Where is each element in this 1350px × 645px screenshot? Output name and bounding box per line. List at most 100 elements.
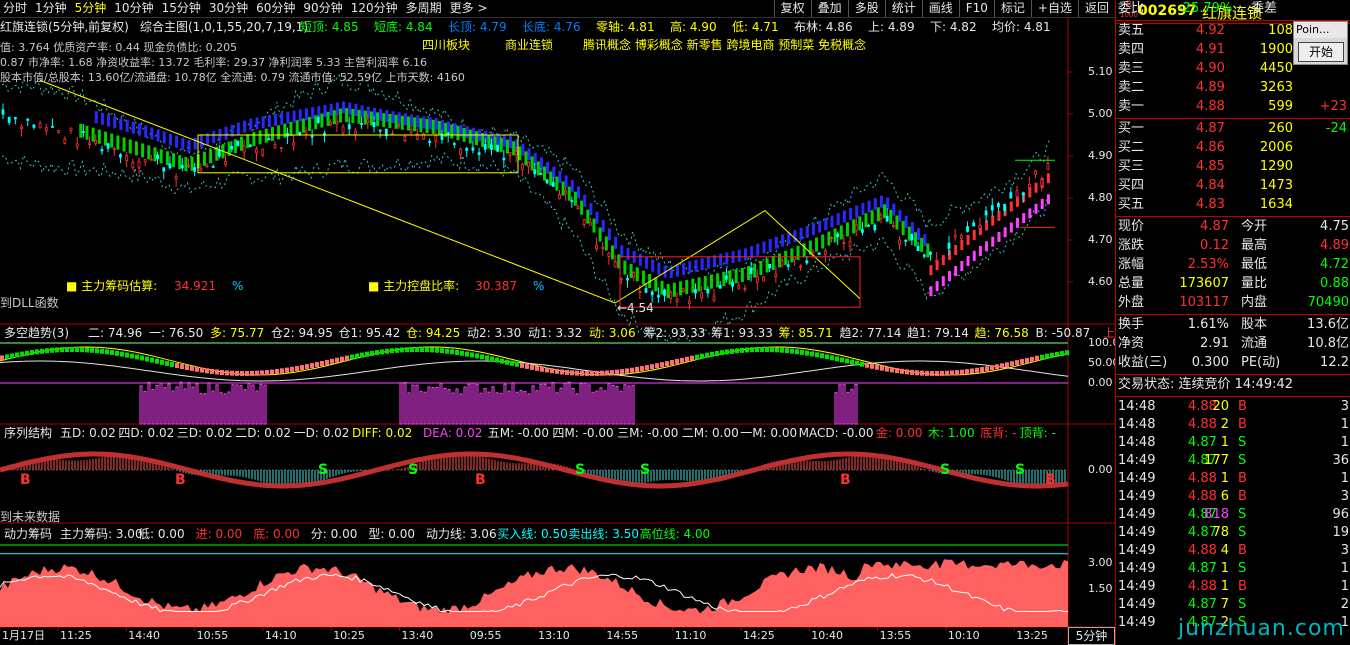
stat-label-2: 最高 bbox=[1241, 238, 1268, 253]
panel2-band-seg bbox=[380, 349, 384, 355]
period-selector[interactable]: 5分钟 bbox=[1068, 627, 1115, 645]
mid-ribbon-bar bbox=[252, 132, 256, 147]
tool-button-2[interactable]: 多股 bbox=[847, 0, 885, 17]
panel2-band-seg bbox=[395, 347, 399, 353]
tick-price: 4.88 bbox=[1188, 579, 1217, 594]
panel3-tick: 0.00 bbox=[1088, 463, 1113, 476]
period-tab-3[interactable]: 10分钟 bbox=[111, 0, 158, 17]
panel2-band-seg bbox=[1030, 356, 1034, 362]
panel2-band-seg bbox=[860, 361, 864, 367]
ask-chg: +23 bbox=[1319, 99, 1347, 114]
long-ribbon-bar bbox=[737, 249, 741, 262]
mid-ribbon-bar bbox=[697, 277, 701, 292]
panel2-band-seg bbox=[900, 368, 904, 374]
long-ribbon-bar bbox=[898, 209, 902, 222]
mid-ribbon-bar bbox=[870, 210, 874, 225]
panel2-band-seg bbox=[625, 368, 629, 374]
mid-ribbon-bar bbox=[716, 273, 720, 288]
period-tabs: 分时 1分钟 5分钟 10分钟 15分钟 30分钟 60分钟 90分钟 120分钟 多周期 更多 > bbox=[0, 0, 493, 17]
point-popup[interactable]: Poin... 开始 bbox=[1293, 21, 1348, 65]
period-tab-6[interactable]: 60分钟 bbox=[253, 0, 300, 17]
panel2-band-seg bbox=[5, 354, 9, 360]
mid-ribbon-bar bbox=[264, 128, 268, 143]
short-ribbon-bar bbox=[954, 245, 958, 256]
candle-body bbox=[514, 151, 518, 155]
webi-value: -25.79% bbox=[1178, 1, 1233, 16]
bid-vol: 1290 bbox=[1259, 159, 1293, 174]
panel2-band-seg bbox=[180, 364, 184, 370]
panel2-band-seg bbox=[940, 370, 944, 376]
long-ribbon-bar bbox=[682, 262, 686, 275]
candle-body bbox=[180, 164, 184, 169]
tool-button-0[interactable]: 复权 bbox=[773, 0, 811, 17]
tick-price: 4.87 bbox=[1188, 435, 1217, 450]
panel2-band-seg bbox=[535, 365, 539, 371]
tick-count: 96 bbox=[1332, 507, 1349, 522]
period-tab-10[interactable]: 更多 > bbox=[447, 0, 493, 17]
candle-body bbox=[1003, 203, 1007, 211]
bid-label: 买一 bbox=[1118, 121, 1145, 136]
panel2-hist-bar bbox=[255, 390, 259, 425]
panel2-band-seg bbox=[1010, 361, 1014, 367]
long-ribbon-bar bbox=[614, 236, 618, 249]
period-tab-7[interactable]: 90分钟 bbox=[300, 0, 347, 17]
mid-ribbon-bar bbox=[913, 232, 917, 247]
candle-body bbox=[168, 163, 172, 169]
tool-button-6[interactable]: 标记 bbox=[993, 0, 1031, 17]
panel2-band-seg bbox=[935, 370, 939, 376]
panel2-hist-bar bbox=[551, 381, 555, 425]
candle-body bbox=[904, 240, 908, 242]
mid-ribbon-bar bbox=[301, 118, 305, 133]
long-ribbon-bar bbox=[403, 113, 407, 126]
tool-button-1[interactable]: 叠加 bbox=[810, 0, 848, 17]
panel2-band-seg bbox=[365, 351, 369, 357]
long-ribbon-bar-up bbox=[935, 281, 939, 292]
mid-ribbon-bar bbox=[357, 109, 361, 124]
period-tab-9[interactable]: 多周期 bbox=[403, 0, 447, 17]
period-tab-5[interactable]: 30分钟 bbox=[206, 0, 253, 17]
candle-body bbox=[156, 154, 159, 160]
period-tab-4[interactable]: 15分钟 bbox=[159, 0, 206, 17]
mid-ribbon-bar bbox=[543, 166, 547, 181]
stat2-value: 1.61% bbox=[1187, 317, 1229, 332]
long-ribbon-bar bbox=[830, 215, 834, 228]
start-button[interactable]: 开始 bbox=[1298, 42, 1344, 62]
mid-ribbon-bar bbox=[784, 250, 788, 265]
panel2-band-seg bbox=[950, 370, 954, 376]
panel2-band-seg bbox=[230, 370, 234, 376]
tool-button-8[interactable]: 返回 bbox=[1077, 0, 1115, 17]
period-tab-0[interactable]: 分时 bbox=[0, 0, 32, 17]
panel2-hist-bar bbox=[850, 388, 854, 425]
panel2-band-seg bbox=[435, 347, 439, 353]
panel2-band-seg bbox=[280, 368, 284, 374]
panel2-band-seg bbox=[650, 364, 654, 370]
candle-body bbox=[1015, 190, 1019, 198]
panel2-band-seg bbox=[1060, 351, 1064, 357]
panel2-band-seg bbox=[415, 347, 419, 353]
panel4-item-5: 型: 0.00 bbox=[368, 527, 415, 541]
tick-count: 19 bbox=[1332, 525, 1349, 540]
long-ribbon-bar bbox=[329, 103, 333, 116]
mid-ribbon-bar bbox=[660, 280, 664, 295]
long-ribbon-bar bbox=[212, 131, 216, 144]
tool-button-3[interactable]: 统计 bbox=[884, 0, 922, 17]
period-tab-8[interactable]: 120分钟 bbox=[348, 0, 403, 17]
candle-body bbox=[341, 126, 345, 134]
candle-body bbox=[446, 132, 450, 136]
tool-button-7[interactable]: +自选 bbox=[1030, 0, 1078, 17]
long-ribbon-bar bbox=[892, 203, 896, 216]
candle-body bbox=[879, 214, 883, 220]
period-tab-1[interactable]: 1分钟 bbox=[32, 0, 72, 17]
panel2-band-seg bbox=[470, 352, 474, 358]
period-tab-2[interactable]: 5分钟 bbox=[72, 0, 112, 17]
mid-ribbon-bar bbox=[561, 181, 565, 196]
tool-button-4[interactable]: 画线 bbox=[921, 0, 959, 17]
candle-body bbox=[360, 123, 364, 125]
long-ribbon-bar bbox=[379, 108, 383, 121]
tool-button-5[interactable]: F10 bbox=[958, 0, 994, 17]
long-ribbon-bar bbox=[638, 253, 642, 266]
panel2-hist-bar bbox=[503, 383, 507, 425]
mid-ribbon-bar bbox=[598, 227, 602, 242]
bid-vol: 1634 bbox=[1259, 197, 1293, 212]
mid-ribbon-bar bbox=[487, 134, 491, 149]
